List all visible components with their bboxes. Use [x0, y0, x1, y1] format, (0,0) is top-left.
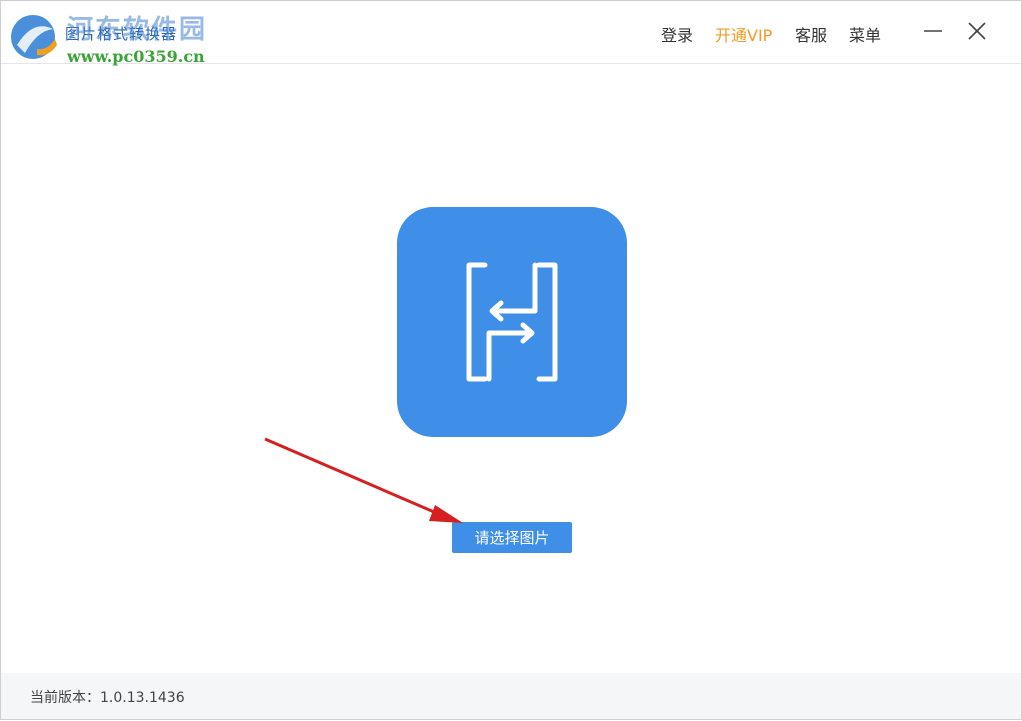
status-bar: 当前版本：1.0.13.1436: [1, 673, 1021, 719]
title-bar: 图片格式转换器 河东软件园 www.pc0359.cn 登录 开通VIP 客服 …: [1, 1, 1021, 66]
close-icon[interactable]: [965, 19, 989, 43]
minimize-icon[interactable]: [921, 19, 945, 43]
watermark-text: 河东软件园: [67, 15, 208, 45]
menu-link[interactable]: 菜单: [849, 22, 881, 46]
convert-app-icon: [397, 207, 627, 437]
version-label: 当前版本：1.0.13.1436: [30, 690, 185, 706]
app-window: 图片格式转换器 河东软件园 www.pc0359.cn 登录 开通VIP 客服 …: [0, 0, 1022, 720]
convert-arrows-icon: [466, 262, 558, 382]
app-logo-icon: [11, 15, 57, 59]
vip-link[interactable]: 开通VIP: [715, 22, 772, 46]
customer-service-link[interactable]: 客服: [795, 22, 827, 46]
watermark-url: www.pc0359.cn: [67, 47, 205, 66]
login-link[interactable]: 登录: [661, 22, 693, 46]
select-image-button[interactable]: 请选择图片: [452, 522, 572, 553]
